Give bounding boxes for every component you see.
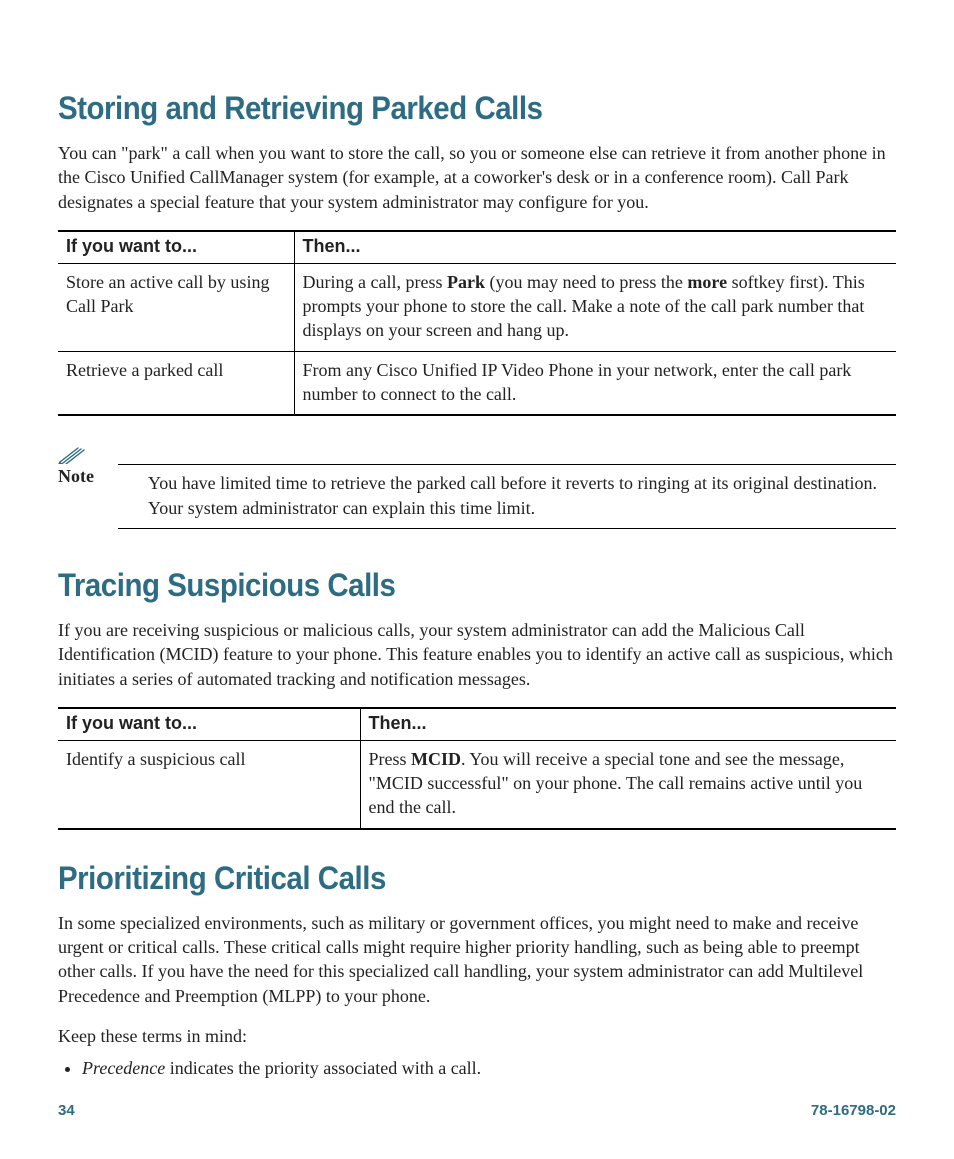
page-footer: 34 78-16798-02 bbox=[58, 1102, 896, 1119]
intro-parked-calls: You can "park" a call when you want to s… bbox=[58, 141, 896, 214]
keep-terms: Keep these terms in mind: bbox=[58, 1024, 896, 1048]
note-block: Note You have limited time to retrieve t… bbox=[58, 444, 896, 529]
table-cell: Retrieve a parked call bbox=[58, 351, 294, 415]
note-text: You have limited time to retrieve the pa… bbox=[118, 464, 896, 529]
table-row: Identify a suspicious call Press MCID. Y… bbox=[58, 740, 896, 828]
table-cell: Identify a suspicious call bbox=[58, 740, 360, 828]
table-cell: Press MCID. You will receive a special t… bbox=[360, 740, 896, 828]
heading-parked-calls: Storing and Retrieving Parked Calls bbox=[58, 90, 829, 127]
table-row: Retrieve a parked call From any Cisco Un… bbox=[58, 351, 896, 415]
table-parked-calls: If you want to... Then... Store an activ… bbox=[58, 230, 896, 416]
pencil-icon bbox=[58, 444, 86, 464]
intro-tracing: If you are receiving suspicious or malic… bbox=[58, 618, 896, 691]
table-header: If you want to... bbox=[58, 708, 360, 741]
table-header: Then... bbox=[360, 708, 896, 741]
document-id: 78-16798-02 bbox=[811, 1102, 896, 1119]
terms-list: Precedence indicates the priority associ… bbox=[82, 1056, 896, 1080]
section-prioritizing: Prioritizing Critical Calls In some spec… bbox=[58, 860, 896, 1081]
note-label: Note bbox=[58, 466, 94, 486]
table-cell: During a call, press Park (you may need … bbox=[294, 263, 896, 351]
heading-prioritizing: Prioritizing Critical Calls bbox=[58, 860, 829, 897]
table-cell: Store an active call by using Call Park bbox=[58, 263, 294, 351]
section-parked-calls: Storing and Retrieving Parked Calls You … bbox=[58, 90, 896, 529]
table-tracing: If you want to... Then... Identify a sus… bbox=[58, 707, 896, 830]
page-number: 34 bbox=[58, 1102, 75, 1119]
list-item: Precedence indicates the priority associ… bbox=[82, 1056, 896, 1080]
heading-tracing: Tracing Suspicious Calls bbox=[58, 567, 829, 604]
table-header: If you want to... bbox=[58, 231, 294, 264]
note-label-column: Note bbox=[58, 444, 118, 487]
section-tracing: Tracing Suspicious Calls If you are rece… bbox=[58, 567, 896, 830]
document-page: Storing and Retrieving Parked Calls You … bbox=[0, 0, 954, 1159]
table-header: Then... bbox=[294, 231, 896, 264]
table-cell: From any Cisco Unified IP Video Phone in… bbox=[294, 351, 896, 415]
table-row: Store an active call by using Call Park … bbox=[58, 263, 896, 351]
intro-prioritizing: In some specialized environments, such a… bbox=[58, 911, 896, 1008]
